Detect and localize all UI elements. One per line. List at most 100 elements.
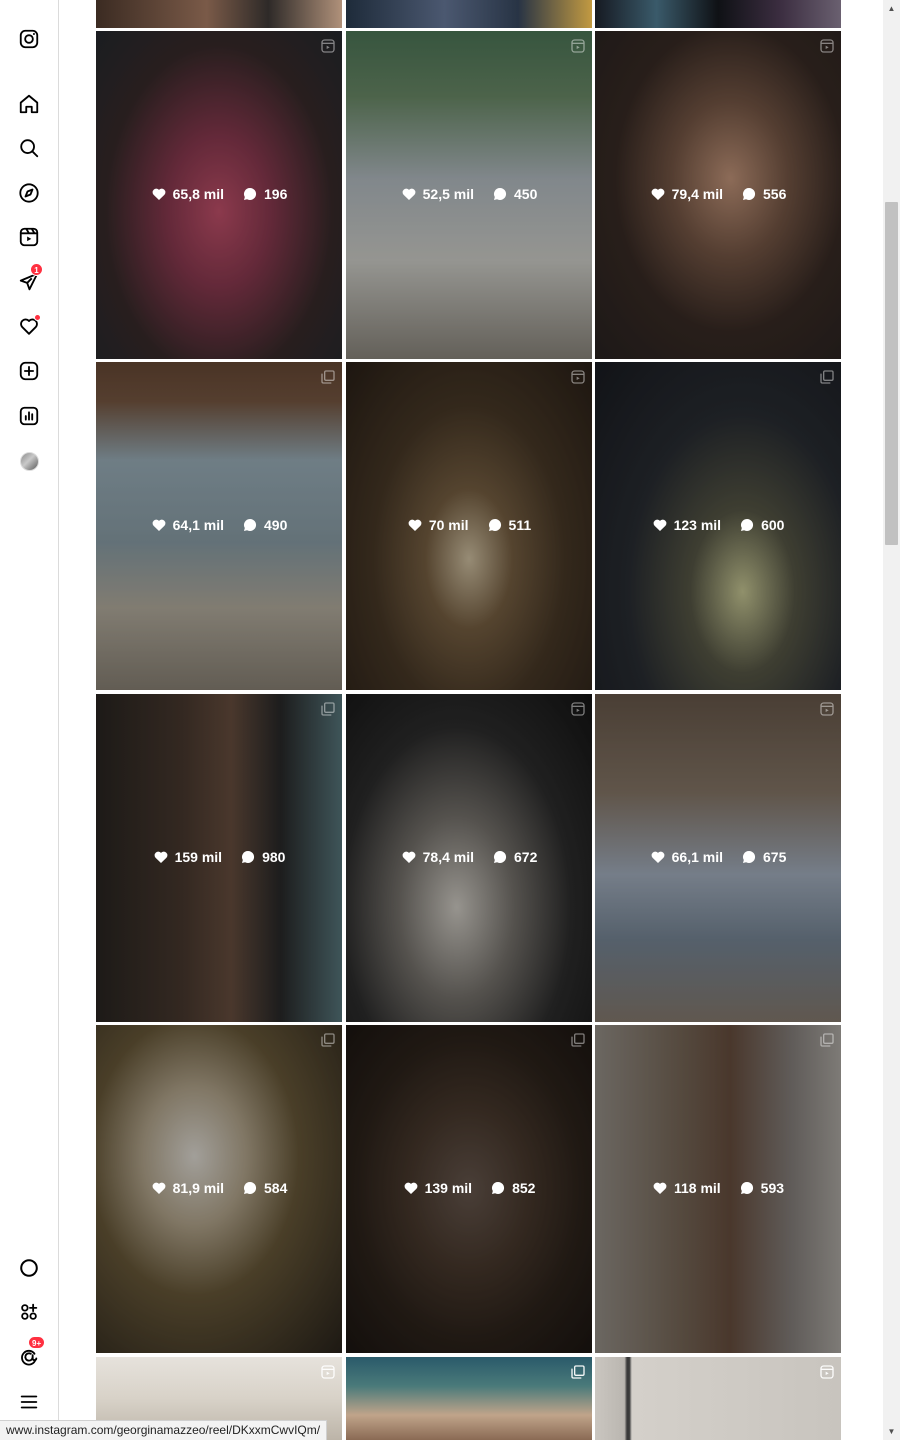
likes-stat: 78,4 mil (401, 849, 474, 865)
avatar (19, 451, 39, 471)
likes-stat: 139 mil (403, 1180, 472, 1196)
heart-icon (154, 851, 167, 863)
heart-icon (404, 1182, 417, 1194)
comment-icon (243, 518, 257, 531)
reel-icon (820, 702, 834, 716)
explore-icon[interactable] (16, 180, 42, 206)
reel-icon (571, 370, 585, 384)
post-tile[interactable]: 139 mil 852 (346, 1025, 592, 1353)
post-tile[interactable]: 78,4 mil 672 (346, 694, 592, 1022)
scrollbar[interactable]: ▲ ▼ (883, 0, 900, 1440)
comment-icon (243, 1181, 257, 1194)
post-tile[interactable]: 70 mil 511 (346, 362, 592, 690)
comments-stat: 852 (490, 1180, 535, 1196)
carousel-icon (820, 1033, 834, 1047)
comments-count: 450 (514, 186, 538, 202)
reel-icon (571, 702, 585, 716)
sidebar-nav: 1 9+ (0, 0, 59, 1440)
post-tile[interactable] (595, 1357, 841, 1440)
home-icon[interactable] (16, 91, 42, 117)
profile-avatar[interactable] (16, 448, 42, 474)
post-tile[interactable]: 65,8 mil 196 (96, 31, 342, 359)
comments-count: 980 (262, 849, 286, 865)
post-tile[interactable]: 52,5 mil 450 (346, 31, 592, 359)
comments-stat: 196 (242, 186, 287, 202)
post-tile[interactable] (595, 0, 841, 28)
likes-count: 52,5 mil (422, 186, 474, 202)
threads-circle-icon[interactable] (16, 1255, 42, 1281)
also-from-meta-icon[interactable] (16, 1299, 42, 1325)
post-tile[interactable]: 66,1 mil 675 (595, 694, 841, 1022)
comments-count: 196 (264, 186, 288, 202)
comment-icon (493, 850, 507, 863)
comments-stat: 672 (492, 849, 537, 865)
post-tile[interactable] (346, 1357, 592, 1440)
post-tile[interactable] (346, 0, 592, 28)
likes-stat: 64,1 mil (151, 517, 224, 533)
post-tile[interactable]: 159 mil 980 (96, 694, 342, 1022)
comments-stat: 675 (741, 849, 786, 865)
heart-icon (408, 519, 422, 531)
likes-count: 70 mil (428, 517, 469, 533)
comments-stat: 450 (492, 186, 537, 202)
comments-stat: 490 (242, 517, 287, 533)
notifications-icon[interactable] (16, 313, 42, 339)
likes-stat: 52,5 mil (401, 186, 474, 202)
likes-stat: 66,1 mil (650, 849, 723, 865)
post-stats: 79,4 mil 556 (595, 186, 841, 202)
post-tile[interactable]: 81,9 mil 584 (96, 1025, 342, 1353)
likes-stat: 70 mil (407, 517, 469, 533)
comments-count: 852 (512, 1180, 536, 1196)
comments-count: 584 (264, 1180, 288, 1196)
comments-stat: 593 (739, 1180, 784, 1196)
scroll-down-arrow-icon[interactable]: ▼ (883, 1423, 900, 1440)
dashboard-icon[interactable] (16, 403, 42, 429)
comment-icon (742, 850, 756, 863)
more-menu-icon[interactable] (16, 1389, 42, 1415)
likes-count: 81,9 mil (172, 1180, 224, 1196)
carousel-icon (571, 1365, 585, 1379)
scrollbar-thumb[interactable] (885, 202, 898, 545)
likes-count: 65,8 mil (172, 186, 224, 202)
threads-badge: 9+ (28, 1336, 46, 1349)
reel-icon (321, 1365, 335, 1379)
likes-count: 79,4 mil (671, 186, 723, 202)
comments-count: 490 (264, 517, 288, 533)
heart-icon (653, 1182, 667, 1194)
post-tile[interactable]: 79,4 mil 556 (595, 31, 841, 359)
create-icon[interactable] (16, 358, 42, 384)
search-icon[interactable] (16, 135, 42, 161)
reel-icon (820, 39, 834, 53)
comments-stat: 584 (242, 1180, 287, 1196)
likes-stat: 118 mil (652, 1180, 721, 1196)
post-tile[interactable]: 118 mil 593 (595, 1025, 841, 1353)
post-tile[interactable]: 64,1 mil 490 (96, 362, 342, 690)
comment-icon (740, 1181, 753, 1194)
messages-badge: 1 (30, 263, 43, 276)
comments-count: 593 (760, 1180, 785, 1196)
comment-icon (243, 187, 257, 200)
likes-count: 118 mil (673, 1180, 721, 1196)
comments-stat: 600 (739, 517, 784, 533)
post-stats: 64,1 mil 490 (96, 517, 342, 533)
comment-icon (493, 187, 507, 200)
likes-count: 64,1 mil (172, 517, 224, 533)
comments-stat: 556 (741, 186, 786, 202)
likes-stat: 65,8 mil (151, 186, 224, 202)
carousel-icon (571, 1033, 585, 1047)
threads-icon[interactable]: 9+ (16, 1336, 46, 1370)
likes-count: 159 mil (174, 849, 223, 865)
reels-icon[interactable] (16, 224, 42, 250)
post-stats: 118 mil 593 (595, 1180, 841, 1196)
reel-icon (820, 1365, 834, 1379)
likes-count: 123 mil (673, 517, 722, 533)
posts-grid: 65,8 mil 196 52,5 mil 450 79,4 mil 556 6… (96, 0, 842, 1440)
messages-icon[interactable]: 1 (16, 263, 43, 295)
carousel-icon (321, 370, 335, 384)
instagram-logo-icon[interactable] (16, 26, 42, 52)
post-stats: 81,9 mil 584 (96, 1180, 342, 1196)
post-tile[interactable]: 123 mil 600 (595, 362, 841, 690)
likes-stat: 159 mil (153, 849, 222, 865)
post-tile[interactable] (96, 0, 342, 28)
scroll-up-arrow-icon[interactable]: ▲ (883, 0, 900, 17)
